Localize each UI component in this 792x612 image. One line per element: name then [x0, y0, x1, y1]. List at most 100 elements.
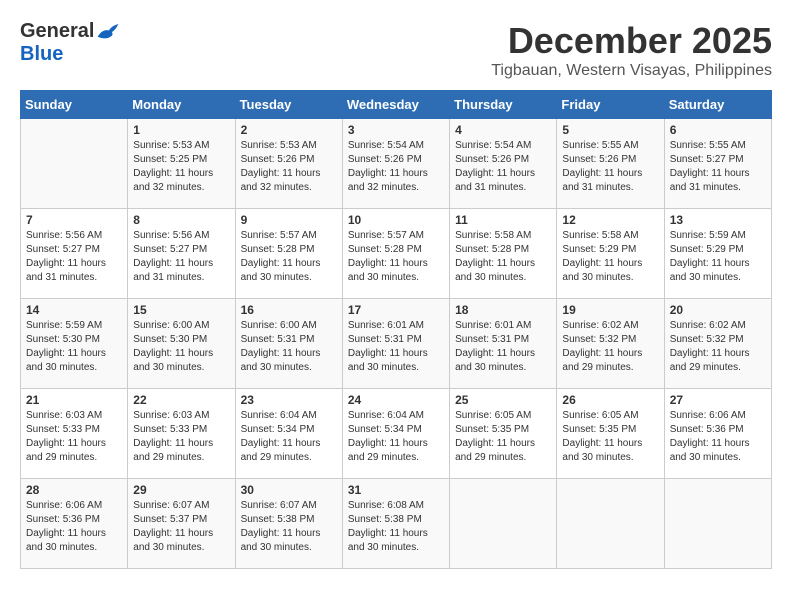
day-info: Sunrise: 6:07 AM Sunset: 5:37 PM Dayligh… [133, 499, 229, 555]
day-number: 8 [133, 213, 229, 227]
day-number: 31 [348, 483, 444, 497]
calendar-day-cell [450, 479, 557, 569]
day-number: 3 [348, 123, 444, 137]
day-of-week-header: Friday [557, 91, 664, 119]
calendar-day-cell: 31 Sunrise: 6:08 AM Sunset: 5:38 PM Dayli… [342, 479, 449, 569]
day-info: Sunrise: 6:03 AM Sunset: 5:33 PM Dayligh… [133, 409, 229, 465]
calendar-day-cell: 5Sunrise: 5:55 AM Sunset: 5:26 PM Daylig… [557, 119, 664, 209]
calendar-day-cell: 22 Sunrise: 6:03 AM Sunset: 5:33 PM Dayli… [128, 389, 235, 479]
logo-bird-icon [96, 22, 120, 42]
calendar-day-cell: 17 Sunrise: 6:01 AM Sunset: 5:31 PM Dayli… [342, 299, 449, 389]
day-info: Sunrise: 6:03 AM Sunset: 5:33 PM Dayligh… [26, 409, 122, 465]
calendar-day-cell: 4Sunrise: 5:54 AM Sunset: 5:26 PM Daylig… [450, 119, 557, 209]
day-info: Sunrise: 6:00 AM Sunset: 5:31 PM Dayligh… [241, 319, 337, 375]
day-info: Sunrise: 5:55 AM Sunset: 5:27 PM Dayligh… [670, 139, 766, 195]
day-number: 10 [348, 213, 444, 227]
day-number: 15 [133, 303, 229, 317]
day-info: Sunrise: 5:58 AM Sunset: 5:28 PM Dayligh… [455, 229, 551, 285]
calendar-day-cell: 25Sunrise: 6:05 AM Sunset: 5:35 PM Dayli… [450, 389, 557, 479]
calendar-day-cell: 30Sunrise: 6:07 AM Sunset: 5:38 PM Dayli… [235, 479, 342, 569]
day-number: 24 [348, 393, 444, 407]
day-number: 14 [26, 303, 122, 317]
day-number: 30 [241, 483, 337, 497]
day-number: 11 [455, 213, 551, 227]
day-info: Sunrise: 6:05 AM Sunset: 5:35 PM Dayligh… [455, 409, 551, 465]
calendar-week-row: 1Sunrise: 5:53 AM Sunset: 5:25 PM Daylig… [21, 119, 772, 209]
calendar-day-cell: 15 Sunrise: 6:00 AM Sunset: 5:30 PM Dayli… [128, 299, 235, 389]
calendar-day-cell: 24 Sunrise: 6:04 AM Sunset: 5:34 PM Dayli… [342, 389, 449, 479]
calendar-header-row: SundayMondayTuesdayWednesdayThursdayFrid… [21, 91, 772, 119]
title-area: December 2025 Tigbauan, Western Visayas,… [491, 20, 772, 80]
day-info: Sunrise: 6:08 AM Sunset: 5:38 PM Dayligh… [348, 499, 444, 555]
day-info: Sunrise: 6:06 AM Sunset: 5:36 PM Dayligh… [26, 499, 122, 555]
day-info: Sunrise: 5:54 AM Sunset: 5:26 PM Dayligh… [348, 139, 444, 195]
day-info: Sunrise: 5:58 AM Sunset: 5:29 PM Dayligh… [562, 229, 658, 285]
calendar-week-row: 28 Sunrise: 6:06 AM Sunset: 5:36 PM Dayli… [21, 479, 772, 569]
calendar-day-cell [21, 119, 128, 209]
day-info: Sunrise: 5:55 AM Sunset: 5:26 PM Dayligh… [562, 139, 658, 195]
calendar-day-cell: 6 Sunrise: 5:55 AM Sunset: 5:27 PM Daylig… [664, 119, 771, 209]
day-number: 23 [241, 393, 337, 407]
calendar-day-cell: 12Sunrise: 5:58 AM Sunset: 5:29 PM Dayli… [557, 209, 664, 299]
day-number: 29 [133, 483, 229, 497]
day-info: Sunrise: 5:59 AM Sunset: 5:29 PM Dayligh… [670, 229, 766, 285]
day-of-week-header: Saturday [664, 91, 771, 119]
day-info: Sunrise: 6:00 AM Sunset: 5:30 PM Dayligh… [133, 319, 229, 375]
day-info: Sunrise: 5:57 AM Sunset: 5:28 PM Dayligh… [348, 229, 444, 285]
day-info: Sunrise: 5:53 AM Sunset: 5:26 PM Dayligh… [241, 139, 337, 195]
page-header: General Blue December 2025 Tigbauan, Wes… [20, 20, 772, 80]
day-info: Sunrise: 5:56 AM Sunset: 5:27 PM Dayligh… [133, 229, 229, 285]
calendar-day-cell: 20 Sunrise: 6:02 AM Sunset: 5:32 PM Dayli… [664, 299, 771, 389]
day-number: 9 [241, 213, 337, 227]
day-info: Sunrise: 6:02 AM Sunset: 5:32 PM Dayligh… [670, 319, 766, 375]
day-info: Sunrise: 5:59 AM Sunset: 5:30 PM Dayligh… [26, 319, 122, 375]
day-info: Sunrise: 6:06 AM Sunset: 5:36 PM Dayligh… [670, 409, 766, 465]
day-info: Sunrise: 5:56 AM Sunset: 5:27 PM Dayligh… [26, 229, 122, 285]
day-of-week-header: Sunday [21, 91, 128, 119]
calendar-day-cell: 29 Sunrise: 6:07 AM Sunset: 5:37 PM Dayli… [128, 479, 235, 569]
calendar-day-cell: 8 Sunrise: 5:56 AM Sunset: 5:27 PM Daylig… [128, 209, 235, 299]
day-of-week-header: Thursday [450, 91, 557, 119]
day-number: 27 [670, 393, 766, 407]
day-number: 19 [562, 303, 658, 317]
calendar-day-cell [664, 479, 771, 569]
day-number: 7 [26, 213, 122, 227]
calendar-day-cell: 9Sunrise: 5:57 AM Sunset: 5:28 PM Daylig… [235, 209, 342, 299]
day-number: 20 [670, 303, 766, 317]
calendar-day-cell: 26Sunrise: 6:05 AM Sunset: 5:35 PM Dayli… [557, 389, 664, 479]
month-title: December 2025 [491, 20, 772, 62]
day-number: 2 [241, 123, 337, 137]
calendar-day-cell: 1Sunrise: 5:53 AM Sunset: 5:25 PM Daylig… [128, 119, 235, 209]
logo: General Blue [20, 20, 120, 66]
calendar-week-row: 14 Sunrise: 5:59 AM Sunset: 5:30 PM Dayli… [21, 299, 772, 389]
logo-general-text: General [20, 20, 94, 43]
day-info: Sunrise: 6:02 AM Sunset: 5:32 PM Dayligh… [562, 319, 658, 375]
day-number: 6 [670, 123, 766, 137]
day-info: Sunrise: 6:01 AM Sunset: 5:31 PM Dayligh… [455, 319, 551, 375]
calendar-week-row: 7 Sunrise: 5:56 AM Sunset: 5:27 PM Daylig… [21, 209, 772, 299]
day-of-week-header: Monday [128, 91, 235, 119]
day-number: 13 [670, 213, 766, 227]
calendar-day-cell: 16 Sunrise: 6:00 AM Sunset: 5:31 PM Dayli… [235, 299, 342, 389]
day-number: 28 [26, 483, 122, 497]
day-number: 1 [133, 123, 229, 137]
day-info: Sunrise: 6:04 AM Sunset: 5:34 PM Dayligh… [348, 409, 444, 465]
calendar-day-cell: 7 Sunrise: 5:56 AM Sunset: 5:27 PM Daylig… [21, 209, 128, 299]
day-number: 4 [455, 123, 551, 137]
calendar-day-cell: 28 Sunrise: 6:06 AM Sunset: 5:36 PM Dayli… [21, 479, 128, 569]
logo-blue-text: Blue [20, 43, 63, 66]
calendar-day-cell: 3 Sunrise: 5:54 AM Sunset: 5:26 PM Daylig… [342, 119, 449, 209]
calendar-day-cell: 11 Sunrise: 5:58 AM Sunset: 5:28 PM Dayli… [450, 209, 557, 299]
calendar-day-cell: 2 Sunrise: 5:53 AM Sunset: 5:26 PM Daylig… [235, 119, 342, 209]
day-number: 16 [241, 303, 337, 317]
day-number: 26 [562, 393, 658, 407]
day-of-week-header: Tuesday [235, 91, 342, 119]
day-number: 17 [348, 303, 444, 317]
calendar-day-cell: 14 Sunrise: 5:59 AM Sunset: 5:30 PM Dayli… [21, 299, 128, 389]
calendar-day-cell [557, 479, 664, 569]
calendar-day-cell: 21Sunrise: 6:03 AM Sunset: 5:33 PM Dayli… [21, 389, 128, 479]
day-of-week-header: Wednesday [342, 91, 449, 119]
calendar-day-cell: 18Sunrise: 6:01 AM Sunset: 5:31 PM Dayli… [450, 299, 557, 389]
day-info: Sunrise: 6:01 AM Sunset: 5:31 PM Dayligh… [348, 319, 444, 375]
day-number: 22 [133, 393, 229, 407]
